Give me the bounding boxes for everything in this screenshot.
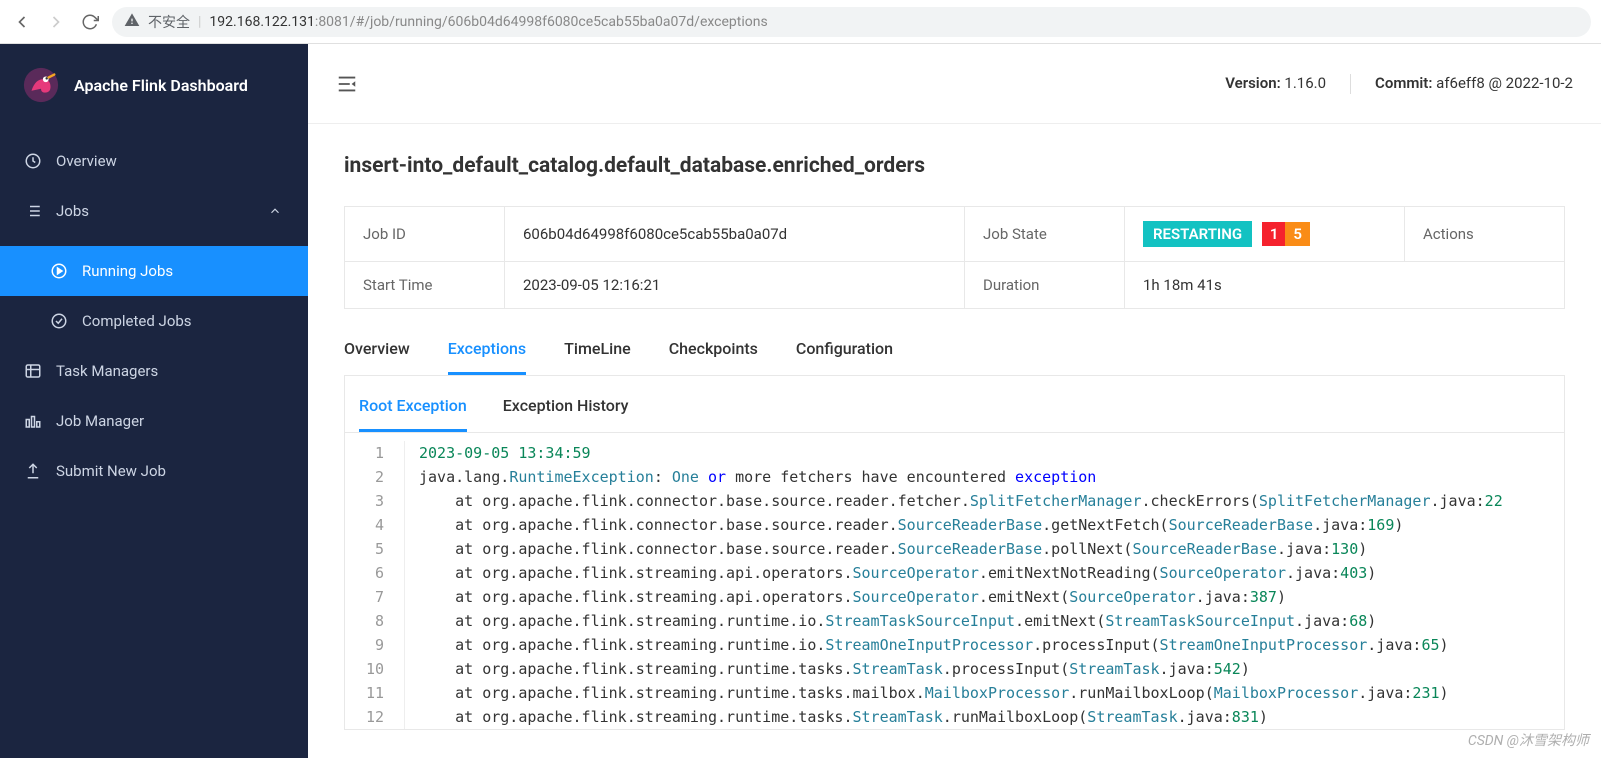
- tab-timeline[interactable]: TimeLine: [564, 329, 631, 375]
- tab-checkpoints[interactable]: Checkpoints: [669, 329, 758, 375]
- sidebar-item-label: Overview: [56, 152, 117, 170]
- sidebar-item-label: Job Manager: [56, 412, 144, 430]
- sidebar-collapse-icon[interactable]: [336, 73, 358, 95]
- label-start-time: Start Time: [345, 262, 505, 309]
- chevron-up-icon: [266, 202, 284, 220]
- subtab-root-exception[interactable]: Root Exception: [359, 390, 467, 432]
- browser-bar: 不安全 | 192.168.122.131:8081/#/job/running…: [0, 0, 1601, 44]
- exception-panel: Root Exception Exception History 1234567…: [344, 376, 1565, 730]
- value-start-time: 2023-09-05 12:16:21: [505, 262, 965, 309]
- status-badge-red: 1: [1262, 222, 1287, 246]
- forward-arrow-icon[interactable]: [44, 10, 68, 34]
- list-icon: [24, 202, 42, 220]
- sidebar-item-running-jobs[interactable]: Running Jobs: [0, 246, 308, 296]
- insecure-icon: [124, 12, 140, 32]
- code-lines: 2023-09-05 13:34:59java.lang.RuntimeExce…: [405, 441, 1564, 729]
- reload-icon[interactable]: [78, 10, 102, 34]
- sidebar-item-label: Task Managers: [56, 362, 158, 380]
- line-gutter: 123456789101112: [345, 441, 405, 729]
- label-job-state: Job State: [965, 207, 1125, 262]
- sidebar-item-overview[interactable]: Overview: [0, 136, 308, 186]
- url-text: 192.168.122.131:8081/#/job/running/606b0…: [209, 14, 767, 30]
- schedule-icon: [24, 362, 42, 380]
- sidebar-item-task-managers[interactable]: Task Managers: [0, 346, 308, 396]
- topbar: Version: 1.16.0 Commit: af6eff8 @ 2022-1…: [308, 44, 1601, 124]
- sidebar-item-label: Completed Jobs: [82, 312, 192, 330]
- stack-trace[interactable]: 123456789101112 2023-09-05 13:34:59java.…: [345, 433, 1564, 729]
- state-badge: RESTARTING: [1143, 221, 1252, 247]
- top-meta: Version: 1.16.0 Commit: af6eff8 @ 2022-1…: [1225, 74, 1573, 94]
- value-job-id: 606b04d64998f6080ce5cab55ba0a07d: [505, 207, 965, 262]
- exception-subtabs: Root Exception Exception History: [345, 376, 1564, 433]
- play-circle-icon: [50, 262, 68, 280]
- back-arrow-icon[interactable]: [10, 10, 34, 34]
- value-job-state: RESTARTING 15: [1125, 207, 1405, 262]
- sidebar-item-label: Jobs: [56, 202, 89, 220]
- url-bar[interactable]: 不安全 | 192.168.122.131:8081/#/job/running…: [112, 7, 1591, 37]
- job-title: insert-into_default_catalog.default_data…: [344, 154, 1565, 178]
- upload-icon: [24, 462, 42, 480]
- sidebar-item-label: Running Jobs: [82, 262, 173, 280]
- insecure-label: 不安全: [148, 12, 190, 32]
- sidebar-item-jobs[interactable]: Jobs: [0, 186, 308, 236]
- status-badge-orange: 5: [1285, 222, 1310, 246]
- value-duration: 1h 18m 41s: [1125, 262, 1565, 309]
- label-job-id: Job ID: [345, 207, 505, 262]
- label-actions: Actions: [1405, 207, 1565, 262]
- sidebar-item-label: Submit New Job: [56, 462, 166, 480]
- tab-configuration[interactable]: Configuration: [796, 329, 893, 375]
- job-info-table: Job ID 606b04d64998f6080ce5cab55ba0a07d …: [344, 206, 1565, 309]
- sidebar-item-completed-jobs[interactable]: Completed Jobs: [0, 296, 308, 346]
- subtab-exception-history[interactable]: Exception History: [503, 390, 629, 432]
- label-duration: Duration: [965, 262, 1125, 309]
- main: Version: 1.16.0 Commit: af6eff8 @ 2022-1…: [308, 44, 1601, 758]
- build-icon: [24, 412, 42, 430]
- tab-overview[interactable]: Overview: [344, 329, 410, 375]
- sidebar-item-job-manager[interactable]: Job Manager: [0, 396, 308, 446]
- sidebar: Apache Flink Dashboard Overview Jobs: [0, 44, 308, 758]
- check-circle-icon: [50, 312, 68, 330]
- dashboard-icon: [24, 152, 42, 170]
- brand-title: Apache Flink Dashboard: [74, 76, 248, 95]
- tab-exceptions[interactable]: Exceptions: [448, 329, 526, 375]
- job-tabs: Overview Exceptions TimeLine Checkpoints…: [344, 329, 1565, 376]
- sidebar-item-submit-new-job[interactable]: Submit New Job: [0, 446, 308, 496]
- brand: Apache Flink Dashboard: [0, 44, 308, 126]
- flink-logo-icon: [22, 66, 60, 104]
